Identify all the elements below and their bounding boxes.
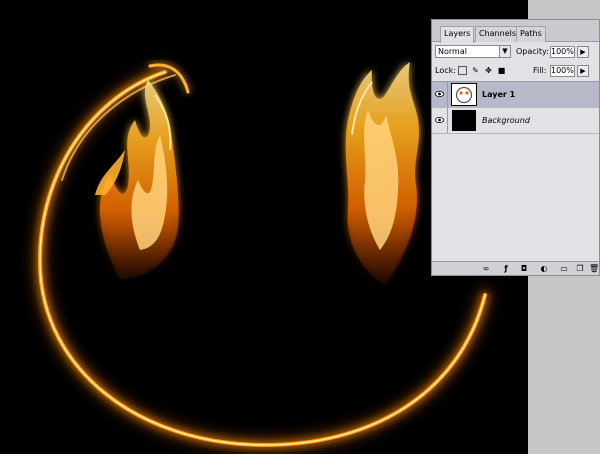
tab-layers[interactable]: Layers [440,26,475,43]
opacity-label: Opacity: [516,47,549,56]
opacity-slider-button[interactable]: ▶ [577,46,589,58]
layer-thumbnail [451,83,477,106]
fill-slider-button[interactable]: ▶ [577,65,589,77]
eye-icon[interactable] [435,117,444,123]
tab-channels[interactable]: Channels [475,26,521,42]
link-icon[interactable]: ∞ [481,264,491,273]
layer-row-layer-1[interactable]: Layer 1 [432,82,599,108]
lock-all-icon[interactable]: ■ [497,66,506,75]
panel-bottom-bar: ∞ ƒ ◘ ◐ ▭ ❐ 🗑 [432,261,599,275]
lock-transparency-icon[interactable] [458,66,467,75]
chevron-down-icon[interactable]: ▼ [499,46,510,57]
lock-brush-icon[interactable]: ✎ [471,66,480,75]
lock-row: Lock: ✎ ✥ ■ Fill: 100% ▶ [432,61,599,81]
layer-list: Layer 1 Background [432,81,599,263]
visibility-toggle[interactable] [432,82,448,107]
fill-field[interactable]: 100% [550,65,575,77]
tab-paths[interactable]: Paths [516,26,546,42]
panel-tabs: Layers Channels Paths [432,20,599,43]
layer-row-background[interactable]: Background [432,108,599,134]
new-group-icon[interactable]: ▭ [559,264,569,273]
right-eye-flame [345,62,419,285]
smiley-fire-thumbnail [453,85,475,104]
lock-label: Lock: [435,66,456,75]
lock-position-icon[interactable]: ✥ [484,66,493,75]
fill-label: Fill: [533,66,547,75]
eye-icon[interactable] [435,91,444,97]
new-layer-icon[interactable]: ❐ [575,264,585,273]
adjustment-layer-icon[interactable]: ◐ [539,264,549,273]
opacity-field[interactable]: 100% [550,46,575,58]
layer-mask-icon[interactable]: ◘ [519,264,529,273]
visibility-toggle[interactable] [432,108,448,133]
black-fill-thumbnail [452,110,476,131]
blend-mode-select[interactable]: Normal ▼ [435,45,511,58]
layer-name: Background [482,116,530,125]
delete-layer-icon[interactable]: 🗑 [589,264,599,273]
blend-mode-value: Normal [438,47,467,56]
layer-name: Layer 1 [482,90,516,99]
layers-panel: Layers Channels Paths Normal ▼ Opacity: … [431,19,600,276]
layer-style-icon[interactable]: ƒ [501,264,511,273]
blend-row: Normal ▼ Opacity: 100% ▶ [432,42,599,61]
